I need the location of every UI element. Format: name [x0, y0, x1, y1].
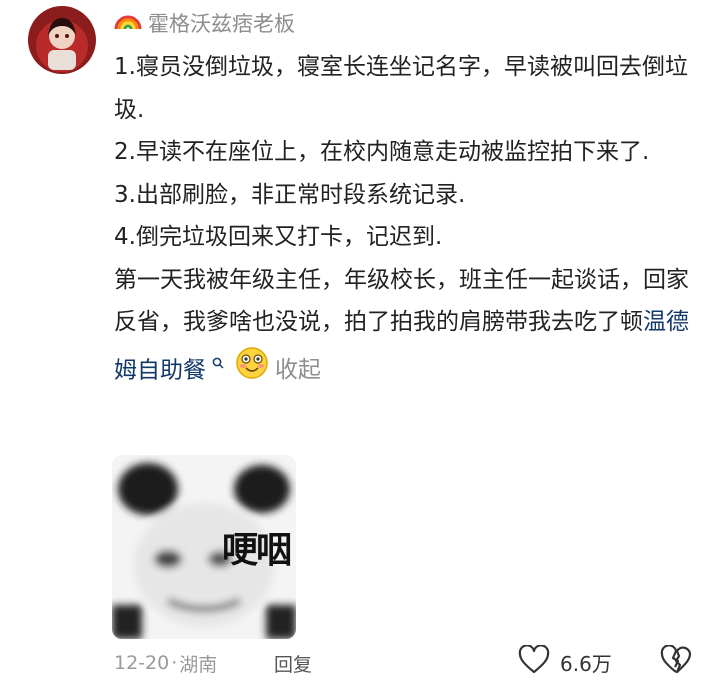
- username: 霍格沃兹痞老板: [148, 12, 295, 36]
- grinning-emoji-icon: [235, 346, 269, 395]
- rainbow-icon: [114, 11, 142, 36]
- comment-line-1: 1.寝员没倒垃圾，寝室长连坐记名字，早读被叫回去倒垃圾.: [114, 54, 688, 123]
- comment-line-2: 2.早读不在座位上，在校内随意走动被监控拍下来了.: [114, 139, 650, 165]
- comment-paragraph: 第一天我被年级主任，年级校长，班主任一起谈话，回家反省，我爹啥也没说，拍了拍我的…: [114, 259, 694, 395]
- reply-label: 回复: [274, 653, 313, 676]
- broken-heart-icon: [660, 644, 692, 679]
- comment-meta: 12-20 · 湖南: [114, 646, 217, 680]
- comment-line-3: 3.出部刷脸，非正常时段系统记录.: [114, 181, 466, 208]
- like-button[interactable]: 6.6万: [518, 643, 612, 680]
- meme-caption: 哽咽: [221, 530, 292, 571]
- search-icon[interactable]: [208, 357, 229, 373]
- like-count: 6.6万: [560, 651, 612, 676]
- meta-separator: ·: [171, 652, 178, 674]
- dislike-button[interactable]: [658, 644, 694, 680]
- comment-text: 1.寝员没倒垃圾，寝室长连坐记名字，早读被叫回去倒垃圾. 2.早读不在座位上，在…: [114, 46, 694, 395]
- comment-date: 12-20: [114, 652, 170, 674]
- comment-location: 湖南: [179, 653, 218, 676]
- collapse-button[interactable]: 收起: [275, 357, 321, 383]
- comment-line-4: 4.倒完垃圾回来又打卡，记迟到.: [114, 224, 443, 250]
- paragraph-text: 第一天我被年级主任，年级校长，班主任一起谈话，回家反省，我爹啥也没说，拍了拍我的…: [114, 266, 689, 336]
- meme-image[interactable]: 哽咽: [112, 455, 296, 639]
- avatar-image: [28, 6, 96, 74]
- heart-icon: [518, 643, 550, 680]
- avatar[interactable]: [28, 6, 96, 74]
- reply-button[interactable]: 回复: [274, 646, 312, 680]
- username-row[interactable]: 霍格沃兹痞老板: [114, 8, 295, 38]
